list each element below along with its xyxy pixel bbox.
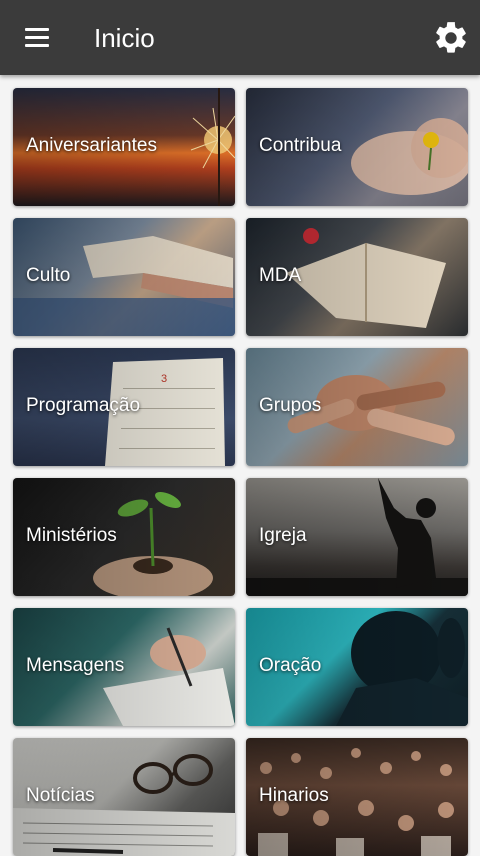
tile-label: Aniversariantes (26, 135, 157, 156)
page-title: Inicio (94, 23, 155, 53)
home-grid: Aniversariantes Contribua Culto MDA Prog… (13, 88, 468, 856)
gear-icon (436, 22, 466, 53)
tile-label: MDA (259, 265, 302, 286)
tile-grupos[interactable]: Grupos (246, 348, 468, 466)
tile-oracao[interactable]: Oração (246, 608, 468, 726)
tile-programacao[interactable]: 3 Programação (13, 348, 235, 466)
tile-label: Mensagens (26, 655, 125, 676)
tile-noticias[interactable]: Notícias (13, 738, 235, 856)
settings-button[interactable] (432, 19, 470, 57)
app-bar: Inicio (0, 0, 480, 75)
tile-mda[interactable]: MDA (246, 218, 468, 336)
tile-mensagens[interactable]: Mensagens (13, 608, 235, 726)
tile-label: Hinarios (259, 785, 329, 806)
tile-label: Grupos (259, 395, 322, 416)
tile-aniversariantes[interactable]: Aniversariantes (13, 88, 235, 206)
tile-culto[interactable]: Culto (13, 218, 235, 336)
tile-label: Igreja (259, 525, 307, 546)
tile-label: Contribua (259, 135, 342, 156)
tile-ministerios[interactable]: Ministérios (13, 478, 235, 596)
tile-label: Programação (26, 395, 141, 416)
menu-icon (25, 28, 49, 31)
tile-label: Notícias (26, 785, 95, 806)
menu-button[interactable] (18, 22, 56, 54)
tile-label: Culto (26, 265, 71, 286)
tile-label: Ministérios (26, 525, 117, 546)
tile-label: Oração (259, 655, 322, 676)
tile-igreja[interactable]: Igreja (246, 478, 468, 596)
tile-contribua[interactable]: Contribua (246, 88, 468, 206)
tile-hinarios[interactable]: Hinarios (246, 738, 468, 856)
